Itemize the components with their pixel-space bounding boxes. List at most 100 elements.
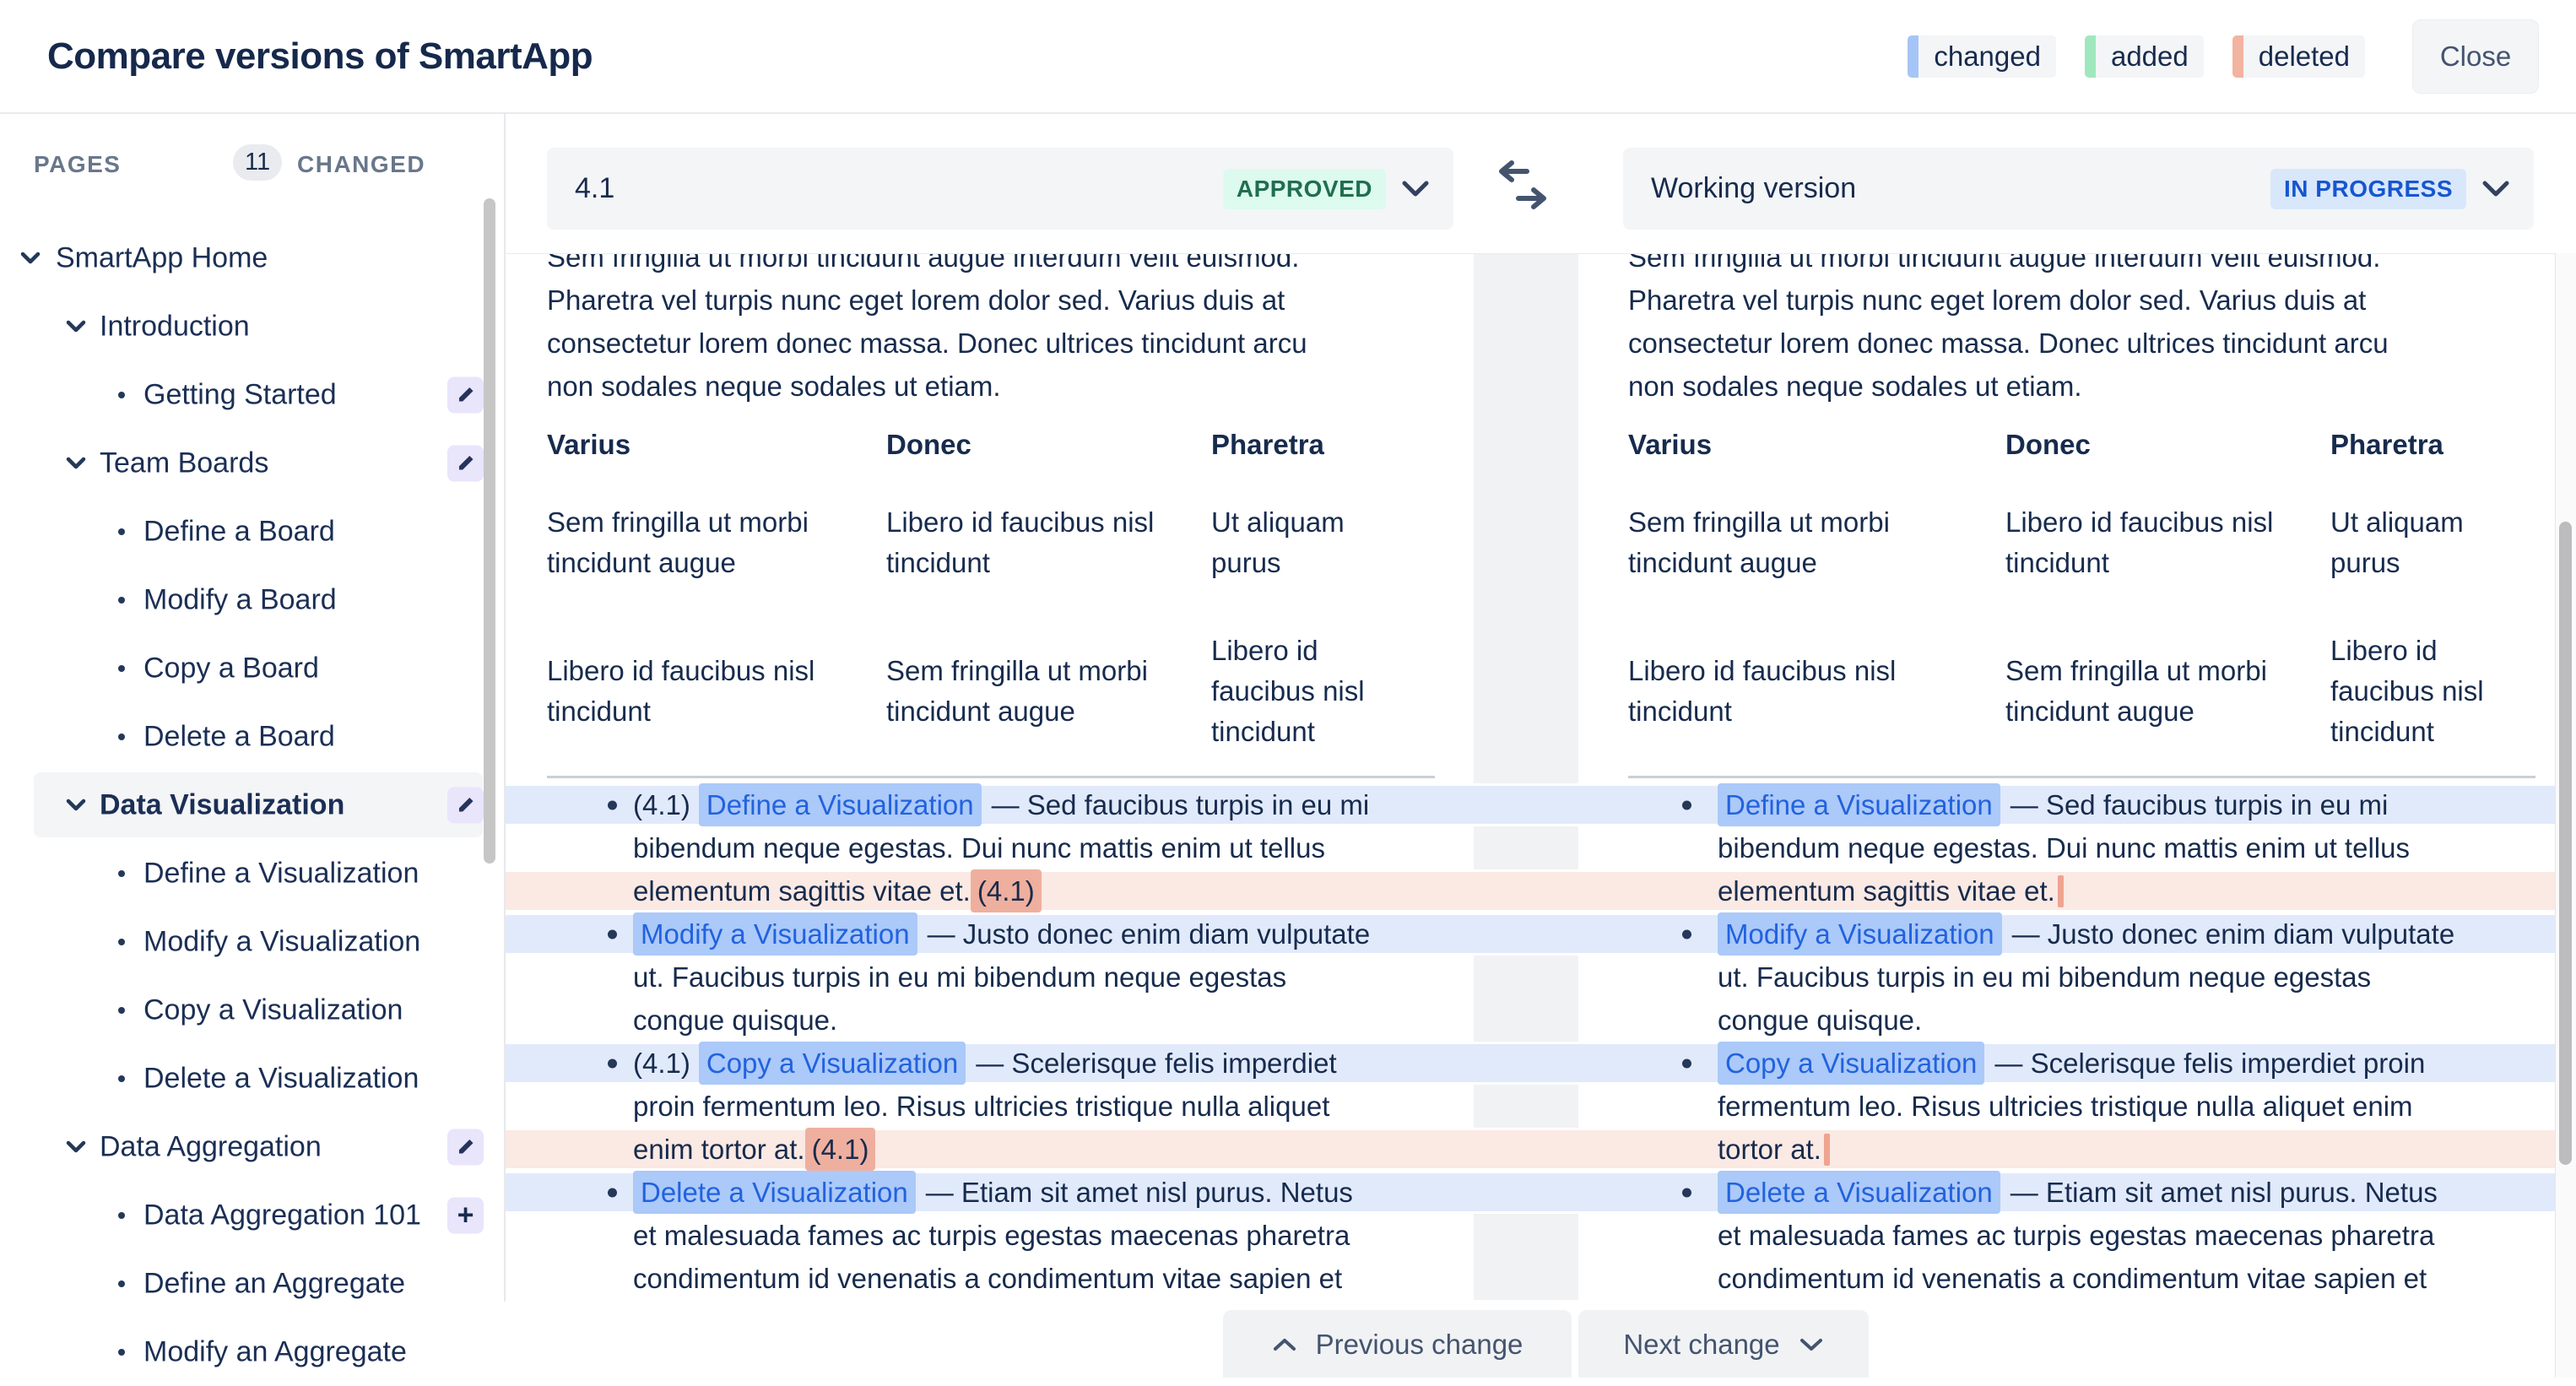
legend-swatch-changed (1908, 35, 1918, 78)
compare-scroll-area[interactable]: Sem fringilla ut morbi tincidunt augue i… (504, 253, 2556, 1378)
legend-swatch-deleted (2232, 35, 2243, 78)
chevron-down-icon[interactable] (66, 799, 86, 812)
left-diff-cell: proin fermentum leo. Risus ultricies tri… (504, 1085, 1474, 1128)
diff-link[interactable]: Delete a Visualization (1718, 1171, 2000, 1214)
diff-row-plain: et malesuada fames ac turpis egestas mae… (504, 1214, 2556, 1257)
sidebar-item-modify-an-aggregate[interactable]: Modify an Aggregate (0, 1318, 504, 1386)
added-page-button[interactable]: + (447, 1197, 484, 1233)
content-scrollbar-track[interactable] (2555, 253, 2576, 1378)
chevron-down-icon[interactable] (66, 457, 86, 470)
deleted-version-chip: (4.1) (805, 1128, 876, 1171)
chevron-down-icon[interactable] (66, 1140, 86, 1154)
right-diff-cell: elementum sagittis vitae et. (1578, 872, 2556, 910)
sidebar-item-getting-started[interactable]: Getting Started (0, 360, 504, 429)
chevron-down-icon[interactable] (2481, 180, 2510, 198)
table-cell: Libero id faucibus nisl tincidunt (1628, 651, 2005, 732)
right-version-selector[interactable]: Working version IN PROGRESS (1623, 148, 2534, 230)
table-cell: Libero id faucibus nisl tincidunt (1211, 631, 1432, 752)
right-diff-cell: bibendum neque egestas. Dui nunc mattis … (1578, 826, 2556, 869)
sidebar-item-team-boards[interactable]: Team Boards (0, 429, 504, 497)
pane-gutter (1474, 766, 1578, 778)
right-diff-cell: ut. Faucibus turpis in eu mi bibendum ne… (1578, 956, 2556, 999)
diff-row-changed: (4.1)Copy a Visualization— Scelerisque f… (504, 1042, 2556, 1085)
table-header-cell: Varius (1628, 429, 2005, 461)
sidebar-item-delete-a-board[interactable]: Delete a Board (0, 702, 504, 771)
next-change-button[interactable]: Next change (1578, 1310, 1869, 1378)
bullet-icon (118, 1007, 125, 1014)
left-table: Sem fringilla ut morbi tincidunt augueLi… (547, 468, 1474, 766)
sidebar-item-copy-a-board[interactable]: Copy a Board (0, 634, 504, 702)
paragraph-line: Sem fringilla ut morbi tincidunt augue i… (1628, 253, 2556, 279)
diff-line-text: — Etiam sit amet nisl purus. Netus (926, 1173, 1353, 1211)
diff-line-text: congue quisque. (1718, 1001, 1922, 1039)
sidebar-item-modify-a-board[interactable]: Modify a Board (0, 566, 504, 634)
sidebar-item-copy-a-visualization[interactable]: Copy a Visualization (0, 976, 504, 1044)
edit-page-button[interactable] (447, 1129, 484, 1165)
left-diff-cell: (4.1)Copy a Visualization— Scelerisque f… (504, 1044, 1474, 1082)
sidebar-item-data-aggregation-101[interactable]: Data Aggregation 101+ (0, 1181, 504, 1249)
diff-link[interactable]: Copy a Visualization (1718, 1042, 1984, 1085)
diff-line-text: — Justo donec enim diam vulputate (928, 915, 1371, 953)
left-version-selector[interactable]: 4.1 APPROVED (547, 148, 1453, 230)
sidebar-item-define-a-board[interactable]: Define a Board (0, 497, 504, 566)
bullet-icon (1682, 800, 1691, 809)
edit-page-button[interactable] (447, 376, 484, 413)
left-diff-cell: (4.1)Define a Visualization — Sed faucibu… (504, 786, 1474, 824)
sidebar-item-label: Modify a Board (143, 583, 337, 616)
paragraph-line: Pharetra vel turpis nunc eget lorem dolo… (1628, 279, 2556, 322)
diff-line-text: proin fermentum leo. Risus ultricies tri… (633, 1087, 1329, 1125)
diff-link[interactable]: Delete a Visualization (633, 1171, 916, 1214)
table-cell: Sem fringilla ut morbi tincidunt augue (547, 502, 886, 583)
diff-link[interactable]: Define a Visualization (699, 783, 982, 826)
chevron-down-icon[interactable] (1401, 180, 1430, 198)
left-paragraph: Sem fringilla ut morbi tincidunt augue i… (547, 253, 1474, 408)
compare-main: 4.1 APPROVED Working version IN PROGRESS… (504, 112, 2576, 1378)
changed-label: CHANGED (297, 151, 425, 178)
sidebar-item-label: Delete a Visualization (143, 1062, 419, 1095)
diff-link[interactable]: Copy a Visualization (699, 1042, 966, 1085)
header-right: changedaddeddeleted Close (1908, 19, 2539, 94)
pane-gutter (1474, 956, 1578, 999)
edit-page-button[interactable] (447, 445, 484, 481)
diff-row-plain: condimentum id venenatis a condimentum v… (504, 1257, 2556, 1300)
close-button[interactable]: Close (2412, 19, 2539, 94)
table-cell: Sem fringilla ut morbi tincidunt augue (2005, 651, 2330, 732)
diff-line-text: condimentum id venenatis a condimentum v… (633, 1259, 1342, 1297)
diff-link[interactable]: Define a Visualization (1718, 783, 2000, 826)
table-cell: Libero id faucibus nisl tincidunt (886, 502, 1211, 583)
chevron-down-icon[interactable] (66, 320, 86, 333)
edit-page-button[interactable] (447, 787, 484, 823)
diff-link[interactable]: Modify a Visualization (1718, 912, 2002, 956)
version-prefix: (4.1) (633, 786, 690, 824)
right-diff-cell: condimentum id venenatis a condimentum v… (1578, 1257, 2556, 1300)
sidebar-item-modify-a-visualization[interactable]: Modify a Visualization (0, 907, 504, 976)
pane-gutter (1474, 1257, 1578, 1300)
sidebar-item-introduction[interactable]: Introduction (0, 292, 504, 360)
diff-row-changed: Modify a Visualization — Justo donec enim… (504, 912, 2556, 956)
bullet-icon (118, 1075, 125, 1082)
diff-link[interactable]: Modify a Visualization (633, 912, 917, 956)
sidebar-item-define-an-aggregate[interactable]: Define an Aggregate (0, 1249, 504, 1318)
swap-versions-icon[interactable] (1493, 160, 1554, 214)
paragraph-line: Pharetra vel turpis nunc eget lorem dolo… (547, 279, 1474, 322)
content-scrollbar-thumb[interactable] (2559, 522, 2572, 1165)
bullet-icon (118, 597, 125, 604)
sidebar-item-data-visualization[interactable]: Data Visualization (0, 771, 504, 839)
paragraph-line: non sodales neque sodales ut etiam. (1628, 365, 2556, 408)
diff-line-text: Modify a Visualization — Justo donec enim… (633, 912, 1370, 956)
diff-line-text: ut. Faucibus turpis in eu mi bibendum ne… (1718, 958, 2371, 996)
sidebar-item-delete-a-visualization[interactable]: Delete a Visualization (0, 1044, 504, 1113)
diff-line-text: fermentum leo. Risus ultricies tristique… (1718, 1087, 2413, 1125)
right-diff-cell: Copy a Visualization— Scelerisque felis … (1578, 1044, 2556, 1082)
chevron-down-icon[interactable] (20, 252, 41, 265)
sidebar-item-data-aggregation[interactable]: Data Aggregation (0, 1113, 504, 1181)
bullet-icon (118, 392, 125, 398)
previous-change-button[interactable]: Previous change (1223, 1310, 1572, 1378)
sidebar-item-smartapp-home[interactable]: SmartApp Home (0, 224, 504, 292)
paragraph-line: Sem fringilla ut morbi tincidunt augue i… (547, 253, 1474, 279)
sidebar-item-define-a-visualization[interactable]: Define a Visualization (0, 839, 504, 907)
pane-gutter (1474, 254, 1578, 408)
table-cell: Sem fringilla ut morbi tincidunt augue (886, 651, 1211, 732)
diff-line-text: — Sed faucibus turpis in eu mi (992, 786, 1370, 824)
sidebar-scrollbar[interactable] (484, 198, 495, 864)
